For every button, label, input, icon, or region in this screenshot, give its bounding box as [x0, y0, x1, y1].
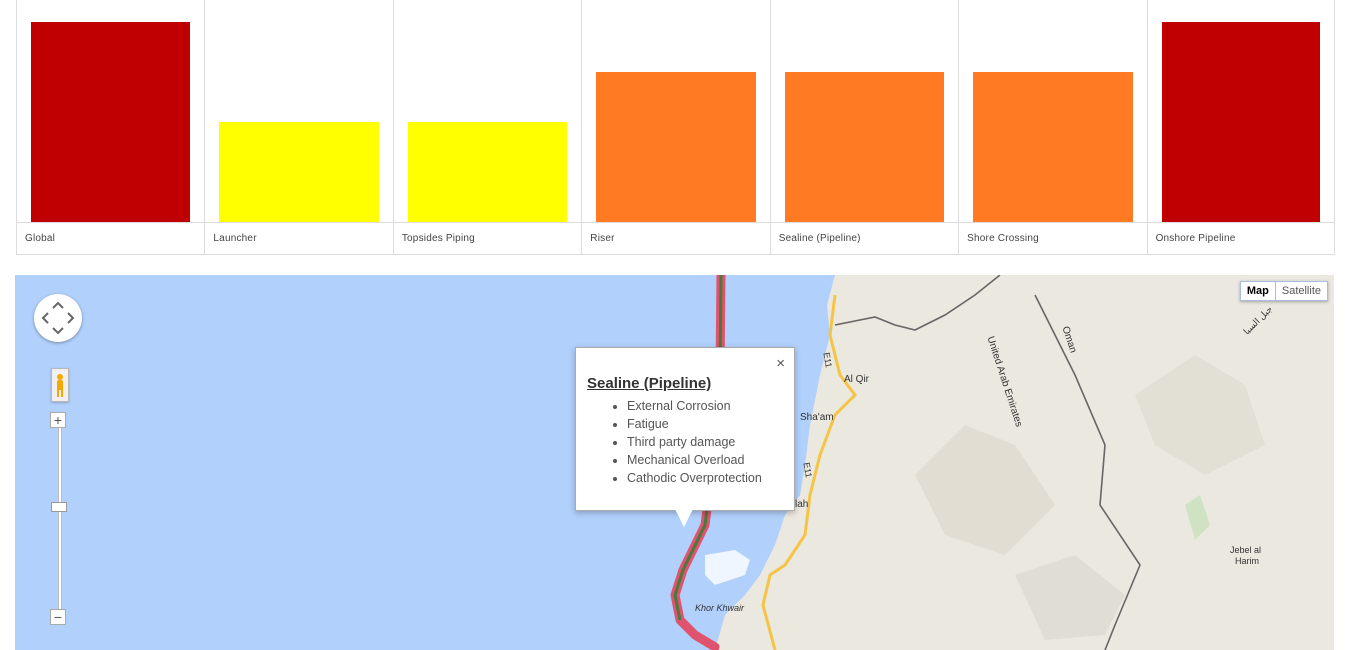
chart-column: Shore Crossing: [958, 0, 1147, 254]
chart-baseline: [393, 222, 582, 223]
info-window-item: Cathodic Overprotection: [627, 469, 762, 487]
info-window-item: Third party damage: [627, 433, 762, 451]
chart-baseline: [582, 222, 770, 223]
map-label-shaam: Sha'am: [800, 412, 834, 423]
map-view[interactable]: Al Qir Sha'am lah E11 E11 United Arab Em…: [15, 275, 1334, 650]
info-window-item: Mechanical Overload: [627, 451, 762, 469]
info-window-close-icon[interactable]: ×: [776, 355, 785, 372]
chart-bar[interactable]: [31, 22, 191, 222]
zoom-slider-thumb[interactable]: [51, 502, 67, 512]
chart-bar[interactable]: [596, 72, 756, 222]
port-edge: [705, 550, 750, 585]
chart-bar[interactable]: [1161, 22, 1320, 222]
chart-bar[interactable]: [784, 72, 945, 222]
map-type-control: Map Satellite: [1239, 281, 1328, 301]
zoom-in-button[interactable]: +: [50, 412, 66, 428]
info-window-item: External Corrosion: [627, 397, 762, 415]
chart-column: Sealine (Pipeline): [769, 0, 959, 254]
chart-bar[interactable]: [219, 122, 379, 222]
chart-baseline: [205, 222, 393, 223]
chart-column: Onshore Pipeline: [1146, 0, 1335, 254]
chart-column: Global: [16, 0, 205, 254]
map-type-map-button[interactable]: Map: [1239, 281, 1276, 301]
risk-bar-chart: Global Launcher Topsides Piping Riser Sealin…: [16, 0, 1335, 255]
map-type-satellite-button[interactable]: Satellite: [1275, 281, 1328, 301]
info-window-tail: [675, 509, 693, 527]
zoom-out-button[interactable]: −: [50, 609, 66, 625]
chart-category-label: Topsides Piping: [401, 233, 475, 244]
chart-bar[interactable]: [973, 72, 1133, 222]
chart-baseline: [1147, 222, 1334, 223]
info-window: × Sealine (Pipeline) External Corrosion …: [575, 347, 795, 511]
map-label-harim: Harim: [1235, 556, 1259, 566]
chart-category-label: Shore Crossing: [967, 233, 1039, 244]
info-window-list: External Corrosion Fatigue Third party d…: [587, 397, 762, 487]
chart-category-label: Global: [25, 233, 56, 244]
chart-column: Riser: [581, 0, 770, 254]
chart-category-label: Onshore Pipeline: [1155, 233, 1236, 244]
info-window-title[interactable]: Sealine (Pipeline): [587, 375, 711, 392]
chart-category-label: Riser: [590, 233, 615, 244]
pan-control[interactable]: [34, 294, 82, 342]
chart-bar[interactable]: [407, 122, 568, 222]
chart-column: Topsides Piping: [392, 0, 582, 254]
pan-arrows-icon: [41, 301, 75, 335]
info-window-item: Fatigue: [627, 415, 762, 433]
map-label-lah: lah: [795, 499, 809, 510]
map-label-al-qir: Al Qir: [844, 374, 869, 385]
chart-baseline: [17, 222, 205, 223]
chart-baseline: [959, 222, 1147, 223]
chart-category-label: Sealine (Pipeline): [778, 233, 861, 244]
chart-baseline: [770, 222, 959, 223]
chart-category-label: Launcher: [213, 233, 257, 244]
chart-column: Launcher: [204, 0, 393, 254]
map-label-jebel: Jebel al: [1230, 545, 1262, 555]
map-label-khor-khwair: Khor Khwair: [695, 603, 745, 613]
zoom-slider-track[interactable]: [58, 420, 62, 618]
street-view-pegman-icon[interactable]: [51, 368, 69, 402]
